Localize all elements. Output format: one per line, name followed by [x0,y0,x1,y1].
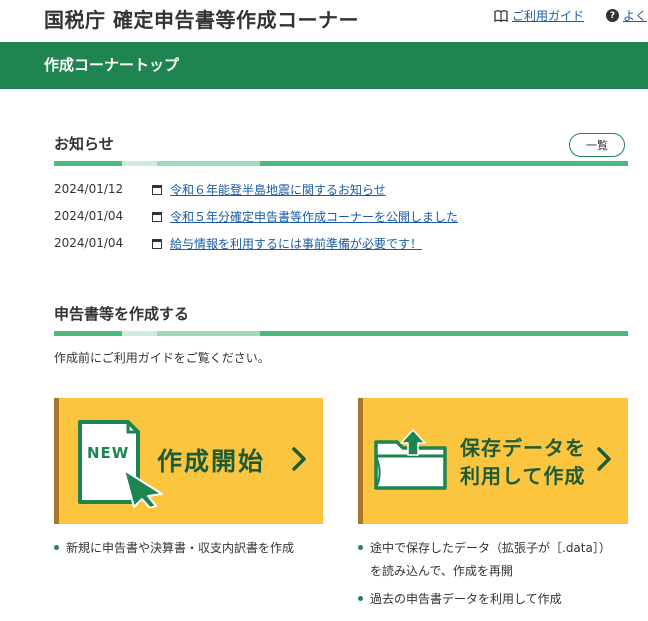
news-date: 2024/01/04 [54,236,124,250]
saved-data-label-line1: 保存データを [460,436,586,460]
news-date: 2024/01/04 [54,209,124,223]
question-icon: ? [606,9,619,22]
chevron-right-icon [292,447,306,471]
news-section-title: お知らせ [54,135,114,153]
guide-link-label[interactable]: ご利用ガイド [512,7,584,24]
book-icon [494,9,508,22]
window-icon [152,212,162,222]
news-item: 2024/01/04 給与情報を利用するには事前準備が必要です！ [54,234,422,252]
new-badge: NEW [87,444,130,462]
bullet-text: 途中で保存したデータ（拡張子が［.data］） [370,541,611,555]
bullet-dot [54,545,59,550]
site-title: 国税庁 確定申告書等作成コーナー [44,8,359,32]
start-creation-label: 作成開始 [157,447,266,476]
window-icon [152,185,162,195]
new-document-icon [78,420,163,508]
news-section-divider [54,161,628,166]
news-link[interactable]: 令和６年能登半島地震に関するお知らせ [170,181,386,198]
create-section-divider [54,331,628,336]
news-date: 2024/01/12 [54,182,124,196]
start-creation-button[interactable]: NEW 作成開始 [54,398,323,524]
news-item: 2024/01/12 令和６年能登半島地震に関するお知らせ [54,180,386,198]
folder-upload-icon [374,429,447,490]
faq-link-label[interactable]: よく [623,7,647,24]
bullet-dot [358,596,363,601]
guide-note: 作成前にご利用ガイドをご覧ください。 [54,351,270,365]
window-icon [152,239,162,249]
bullet-text: を読み込んで、作成を再開 [370,564,513,578]
page-title-bar: 作成コーナートップ [0,42,648,89]
news-list-button[interactable]: 一覧 [569,133,625,157]
guide-link[interactable]: ご利用ガイド [494,7,584,24]
saved-data-creation-button[interactable]: 保存データを 利用して作成 [358,398,628,524]
news-link[interactable]: 令和５年分確定申告書等作成コーナーを公開しました [170,208,458,225]
page-title: 作成コーナートップ [44,56,180,74]
bullet-text: 新規に申告書や決算書・収支内訳書を作成 [66,541,295,555]
create-section-title: 申告書等を作成する [54,305,190,323]
site-header: 国税庁 確定申告書等作成コーナー ご利用ガイド ? よく [0,0,648,42]
bullet-dot [358,545,363,550]
saved-data-label-line2: 利用して作成 [460,464,586,488]
faq-link[interactable]: ? よく [606,7,647,24]
bullet-text: 過去の申告書データを利用して作成 [370,592,562,606]
chevron-right-icon [597,447,611,471]
news-link[interactable]: 給与情報を利用するには事前準備が必要です！ [170,235,422,252]
news-item: 2024/01/04 令和５年分確定申告書等作成コーナーを公開しました [54,207,458,225]
